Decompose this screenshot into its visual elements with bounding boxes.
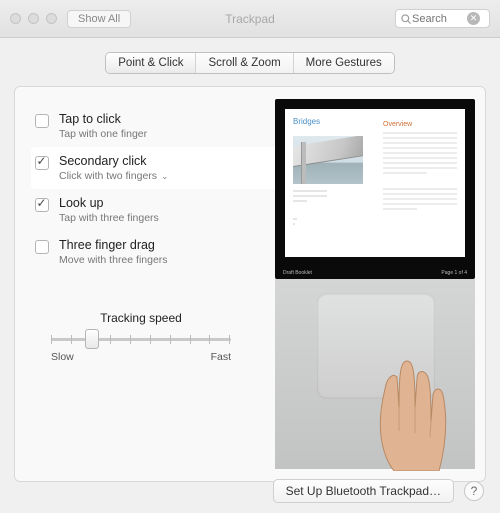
checkbox[interactable] xyxy=(35,114,49,128)
preview-doc-title: Bridges xyxy=(293,117,367,126)
minimize-window-icon[interactable] xyxy=(28,13,39,24)
option-subtitle[interactable]: Click with two fingers⌄ xyxy=(59,170,169,182)
chevron-down-icon[interactable]: ⌄ xyxy=(161,171,169,181)
slider-title: Tracking speed xyxy=(41,311,241,325)
zoom-window-icon[interactable] xyxy=(46,13,57,24)
slider-rail xyxy=(51,338,231,341)
slider-low-label: Slow xyxy=(51,351,74,363)
option-subtitle: Tap with one finger xyxy=(59,128,147,140)
search-icon xyxy=(400,13,412,25)
gesture-preview: Bridges Overview Draft Booklet Page 1 of… xyxy=(275,99,475,469)
slider-labels: Slow Fast xyxy=(51,351,231,363)
option-three-finger-drag[interactable]: Three finger drag Move with three finger… xyxy=(31,231,279,273)
option-title: Tap to click xyxy=(59,112,147,126)
option-subtitle: Move with three fingers xyxy=(59,254,168,266)
bottom-bar: Set Up Bluetooth Trackpad… ? xyxy=(273,479,484,503)
option-title: Look up xyxy=(59,196,159,210)
tab-scroll-and-zoom[interactable]: Scroll & Zoom xyxy=(196,53,293,73)
checkbox[interactable] xyxy=(35,156,49,170)
options-pane: Tap to click Tap with one finger Seconda… xyxy=(15,87,287,481)
preview-footer-right: Page 1 of 4 xyxy=(441,270,467,276)
titlebar: Show All Trackpad ✕ xyxy=(0,0,500,38)
window-controls xyxy=(10,13,57,24)
clear-search-icon[interactable]: ✕ xyxy=(467,12,480,25)
option-title: Three finger drag xyxy=(59,238,168,252)
tab-more-gestures[interactable]: More Gestures xyxy=(294,53,394,73)
setup-bluetooth-trackpad-button[interactable]: Set Up Bluetooth Trackpad… xyxy=(273,479,454,503)
preview-trackpad-area xyxy=(275,279,475,469)
option-secondary-click[interactable]: Secondary click Click with two fingers⌄ xyxy=(31,147,279,189)
window-title: Trackpad xyxy=(225,12,275,26)
checkbox[interactable] xyxy=(35,240,49,254)
tracking-speed-block: Tracking speed Slow Fast xyxy=(41,311,241,363)
search-input[interactable] xyxy=(412,13,467,25)
tab-segment: Point & Click Scroll & Zoom More Gesture… xyxy=(105,52,394,74)
tab-row: Point & Click Scroll & Zoom More Gesture… xyxy=(0,38,500,80)
tracking-speed-slider[interactable] xyxy=(51,331,231,347)
tab-point-and-click[interactable]: Point & Click xyxy=(106,53,196,73)
preview-hand xyxy=(339,331,469,471)
option-look-up[interactable]: Look up Tap with three fingers xyxy=(31,189,279,231)
preview-section-title: Overview xyxy=(383,121,457,128)
content-panel: Tap to click Tap with one finger Seconda… xyxy=(14,86,486,482)
slider-high-label: Fast xyxy=(211,351,231,363)
preview-image xyxy=(293,136,363,184)
option-subtitle: Tap with three fingers xyxy=(59,212,159,224)
preview-screen: Bridges Overview Draft Booklet Page 1 of… xyxy=(275,99,475,279)
close-window-icon[interactable] xyxy=(10,13,21,24)
checkbox[interactable] xyxy=(35,198,49,212)
option-title: Secondary click xyxy=(59,154,169,168)
preview-document: Bridges Overview xyxy=(285,109,465,257)
search-field[interactable]: ✕ xyxy=(395,9,490,28)
slider-knob[interactable] xyxy=(85,329,99,349)
help-button[interactable]: ? xyxy=(464,481,484,501)
preview-footer-left: Draft Booklet xyxy=(283,270,312,276)
show-all-button[interactable]: Show All xyxy=(67,10,131,28)
option-tap-to-click[interactable]: Tap to click Tap with one finger xyxy=(31,105,279,147)
